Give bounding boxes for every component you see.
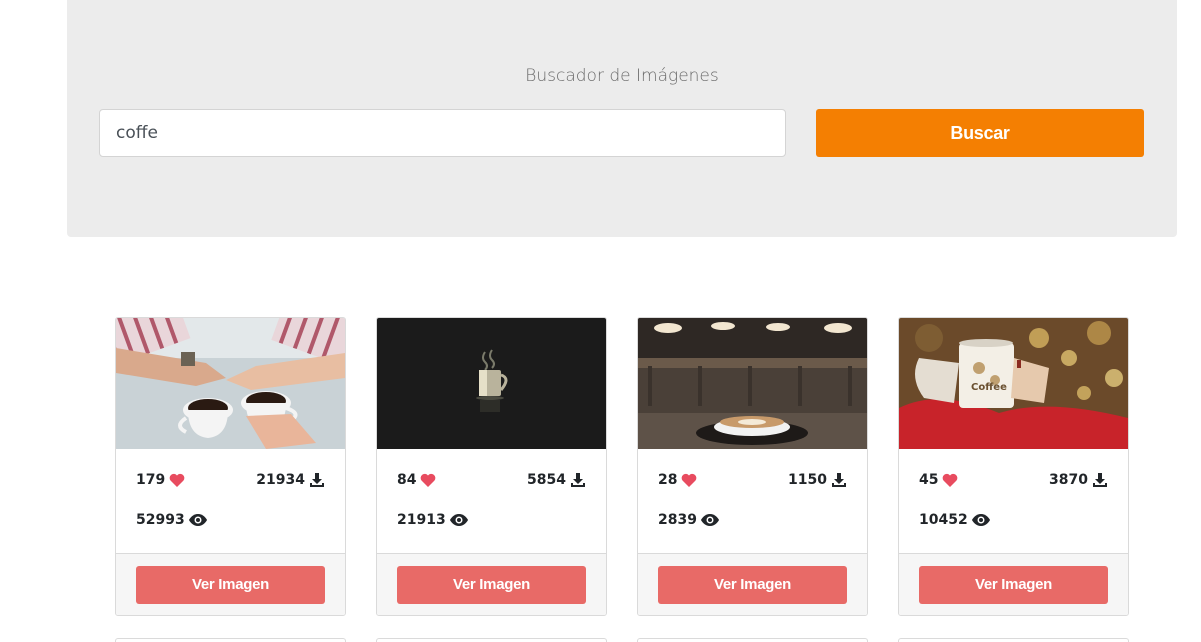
card-image[interactable]: [377, 318, 606, 449]
downloads-stat: 1150: [788, 472, 847, 488]
view-image-button[interactable]: Ver Imagen: [658, 566, 847, 604]
card-footer: Ver Imagen: [116, 553, 345, 615]
card-footer: Ver Imagen: [899, 553, 1128, 615]
download-icon: [832, 473, 846, 487]
search-input[interactable]: coffe: [99, 109, 786, 157]
view-image-button[interactable]: Ver Imagen: [397, 566, 586, 604]
eye-icon: [188, 514, 207, 526]
views-count: 21913: [397, 512, 446, 528]
view-image-button[interactable]: Ver Imagen: [136, 566, 325, 604]
views-stat: 52993: [136, 512, 207, 528]
image-card: Coffee 45 3870 10452 Ver Imagen: [898, 317, 1129, 616]
downloads-stat: 5854: [527, 472, 586, 488]
downloads-count: 3870: [1049, 472, 1088, 488]
view-image-button[interactable]: Ver Imagen: [919, 566, 1108, 604]
download-icon: [1093, 473, 1107, 487]
search-panel: Buscador de Imágenes coffe Buscar: [67, 0, 1177, 237]
likes-stat: 28: [658, 472, 697, 488]
likes-count: 84: [397, 472, 417, 488]
downloads-count: 1150: [788, 472, 827, 488]
likes-count: 45: [919, 472, 939, 488]
image-card: 179 21934 52993 Ver Imagen: [115, 317, 346, 616]
search-button[interactable]: Buscar: [816, 109, 1144, 157]
page-title: Buscador de Imágenes: [525, 66, 719, 86]
next-card-edge: [115, 638, 346, 642]
downloads-count: 5854: [527, 472, 566, 488]
card-image[interactable]: [638, 318, 867, 449]
next-card-edge: [376, 638, 607, 642]
download-icon: [310, 473, 324, 487]
views-count: 52993: [136, 512, 185, 528]
downloads-count: 21934: [256, 472, 305, 488]
views-stat: 2839: [658, 512, 719, 528]
heart-icon: [682, 473, 697, 487]
likes-stat: 45: [919, 472, 958, 488]
views-count: 10452: [919, 512, 968, 528]
heart-icon: [943, 473, 958, 487]
next-card-edge: [637, 638, 868, 642]
next-card-edge: [898, 638, 1129, 642]
eye-icon: [700, 514, 719, 526]
card-image[interactable]: [116, 318, 345, 449]
likes-stat: 84: [397, 472, 436, 488]
card-image[interactable]: Coffee: [899, 318, 1128, 449]
eye-icon: [449, 514, 468, 526]
heart-icon: [169, 473, 185, 487]
image-card: 84 5854 21913 Ver Imagen: [376, 317, 607, 616]
downloads-stat: 21934: [256, 472, 325, 488]
likes-stat: 179: [136, 472, 185, 488]
eye-icon: [971, 514, 990, 526]
likes-count: 28: [658, 472, 678, 488]
views-stat: 10452: [919, 512, 990, 528]
downloads-stat: 3870: [1049, 472, 1108, 488]
views-stat: 21913: [397, 512, 468, 528]
heart-icon: [421, 473, 436, 487]
card-footer: Ver Imagen: [638, 553, 867, 615]
download-icon: [571, 473, 585, 487]
card-footer: Ver Imagen: [377, 553, 606, 615]
svg-text:Coffee: Coffee: [971, 382, 1007, 393]
likes-count: 179: [136, 472, 166, 488]
views-count: 2839: [658, 512, 697, 528]
image-card: 28 1150 2839 Ver Imagen: [637, 317, 868, 616]
